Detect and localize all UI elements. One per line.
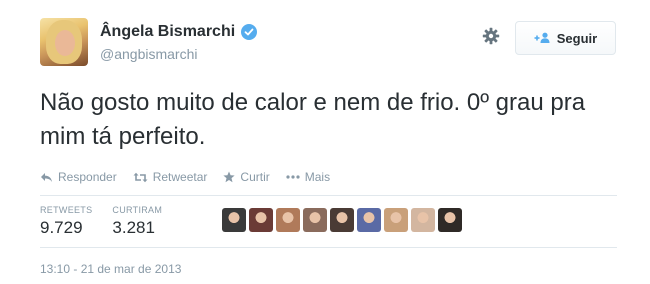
- liker-avatar[interactable]: [330, 208, 354, 232]
- liker-avatar[interactable]: [438, 208, 462, 232]
- add-user-icon: [534, 32, 550, 43]
- liker-avatar[interactable]: [384, 208, 408, 232]
- likes-count: 3.281: [112, 218, 155, 237]
- follow-button[interactable]: Seguir: [515, 21, 616, 55]
- liker-avatar[interactable]: [222, 208, 246, 232]
- tweet-timestamp[interactable]: 13:10 - 21 de mar de 2013: [40, 262, 181, 276]
- liker-avatar[interactable]: [276, 208, 300, 232]
- retweets-count: 9.729: [40, 218, 83, 237]
- star-icon: [223, 171, 236, 183]
- reply-icon: [41, 172, 52, 182]
- verified-badge-icon: [241, 24, 258, 40]
- liker-avatar[interactable]: [357, 208, 381, 232]
- user-fullname[interactable]: Ângela Bismarchi: [100, 23, 235, 41]
- tweet-stats: RETWEETS 9.729 CURTIRAM 3.281: [40, 205, 162, 238]
- tweet-actions: Responder Retweetar Curtir Mais: [40, 170, 330, 184]
- tweet-text: Não gosto muito de calor e nem de frio. …: [40, 89, 586, 150]
- more-icon: [286, 175, 300, 179]
- likes-label: CURTIRAM: [112, 205, 163, 215]
- more-label: Mais: [304, 170, 331, 184]
- retweet-action[interactable]: Retweetar: [133, 170, 208, 184]
- retweet-label: Retweetar: [152, 170, 208, 184]
- user-handle[interactable]: @angbismarchi: [100, 46, 197, 62]
- reply-action[interactable]: Responder: [40, 170, 117, 184]
- like-label: Curtir: [240, 170, 270, 184]
- liker-avatar[interactable]: [303, 208, 327, 232]
- divider: [40, 247, 617, 248]
- retweet-icon: [133, 172, 148, 182]
- user-name-row[interactable]: Ângela Bismarchi: [100, 23, 258, 41]
- follow-button-label: Seguir: [556, 30, 598, 46]
- avatar[interactable]: [40, 18, 88, 66]
- liker-avatars: [222, 208, 462, 232]
- liker-avatar[interactable]: [249, 208, 273, 232]
- reply-label: Responder: [58, 170, 117, 184]
- more-action[interactable]: Mais: [286, 170, 330, 184]
- retweets-label: RETWEETS: [40, 205, 93, 215]
- gear-icon[interactable]: [482, 27, 500, 45]
- divider: [40, 195, 617, 196]
- likes-stat[interactable]: CURTIRAM 3.281: [112, 205, 162, 238]
- retweets-stat[interactable]: RETWEETS 9.729: [40, 205, 92, 238]
- like-action[interactable]: Curtir: [223, 170, 270, 184]
- liker-avatar[interactable]: [411, 208, 435, 232]
